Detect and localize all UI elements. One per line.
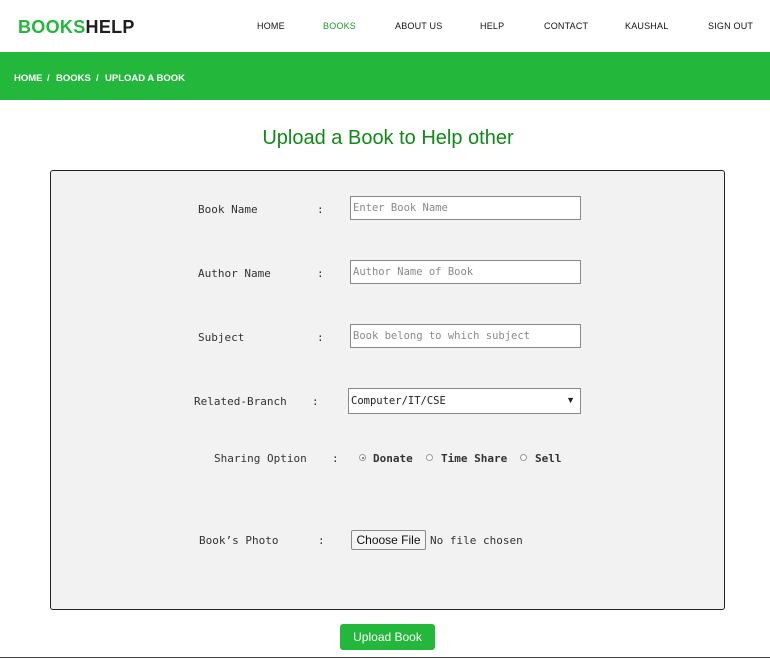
nav-user-kaushal[interactable]: KAUSHAL [625, 21, 668, 31]
breadcrumb: HOME / BOOKS / UPLOAD A BOOK [0, 52, 770, 100]
radio-time-share[interactable] [426, 454, 433, 461]
logo-part-books: BOOKS [18, 17, 86, 37]
radio-donate[interactable] [359, 454, 366, 461]
book-photo-label: Book’s Photo [199, 534, 279, 547]
author-name-input[interactable] [350, 260, 581, 284]
nav-sign-out[interactable]: SIGN OUT [708, 21, 753, 31]
divider [0, 657, 770, 658]
nav-home[interactable]: HOME [257, 21, 285, 31]
colon: : [332, 452, 339, 465]
breadcrumb-current: UPLOAD A BOOK [105, 73, 186, 84]
upload-form: Book Name : Author Name : Subject : Rela… [50, 170, 725, 610]
related-branch-label: Related-Branch [194, 395, 287, 408]
related-branch-select[interactable]: Computer/IT/CSE ▼ [348, 388, 581, 414]
file-status: No file chosen [430, 534, 523, 547]
breadcrumb-books[interactable]: BOOKS [56, 73, 91, 84]
breadcrumb-separator: / [96, 73, 99, 84]
radio-time-share-label[interactable]: Time Share [441, 452, 507, 465]
sharing-option-label: Sharing Option [214, 452, 307, 465]
author-name-label: Author Name [198, 267, 271, 280]
subject-input[interactable] [350, 324, 581, 348]
colon: : [318, 534, 325, 547]
upload-book-button[interactable]: Upload Book [340, 624, 435, 650]
choose-file-button[interactable]: Choose File [351, 530, 426, 550]
subject-label: Subject [198, 331, 245, 344]
page-title: Upload a Book to Help other [262, 127, 514, 149]
breadcrumb-separator: / [47, 73, 50, 84]
book-name-label: Book Name [198, 203, 258, 216]
colon: : [317, 203, 324, 216]
colon: : [317, 331, 324, 344]
colon: : [312, 395, 319, 408]
site-logo[interactable]: BOOKSHELP [18, 17, 135, 38]
radio-sell[interactable] [520, 454, 527, 461]
radio-sell-label[interactable]: Sell [535, 452, 562, 465]
colon: : [317, 267, 324, 280]
top-header: BOOKSHELP HOME BOOKS ABOUT US HELP CONTA… [0, 0, 770, 52]
dropdown-arrow-icon: ▼ [566, 395, 575, 405]
related-branch-value: Computer/IT/CSE [351, 395, 446, 407]
nav-books[interactable]: BOOKS [323, 21, 356, 31]
book-name-input[interactable] [350, 196, 581, 220]
nav-contact[interactable]: CONTACT [544, 21, 588, 31]
nav-help[interactable]: HELP [480, 21, 504, 31]
nav-about-us[interactable]: ABOUT US [395, 21, 442, 31]
radio-donate-label[interactable]: Donate [373, 452, 413, 465]
breadcrumb-home[interactable]: HOME [14, 73, 43, 84]
logo-part-help: HELP [85, 17, 135, 37]
